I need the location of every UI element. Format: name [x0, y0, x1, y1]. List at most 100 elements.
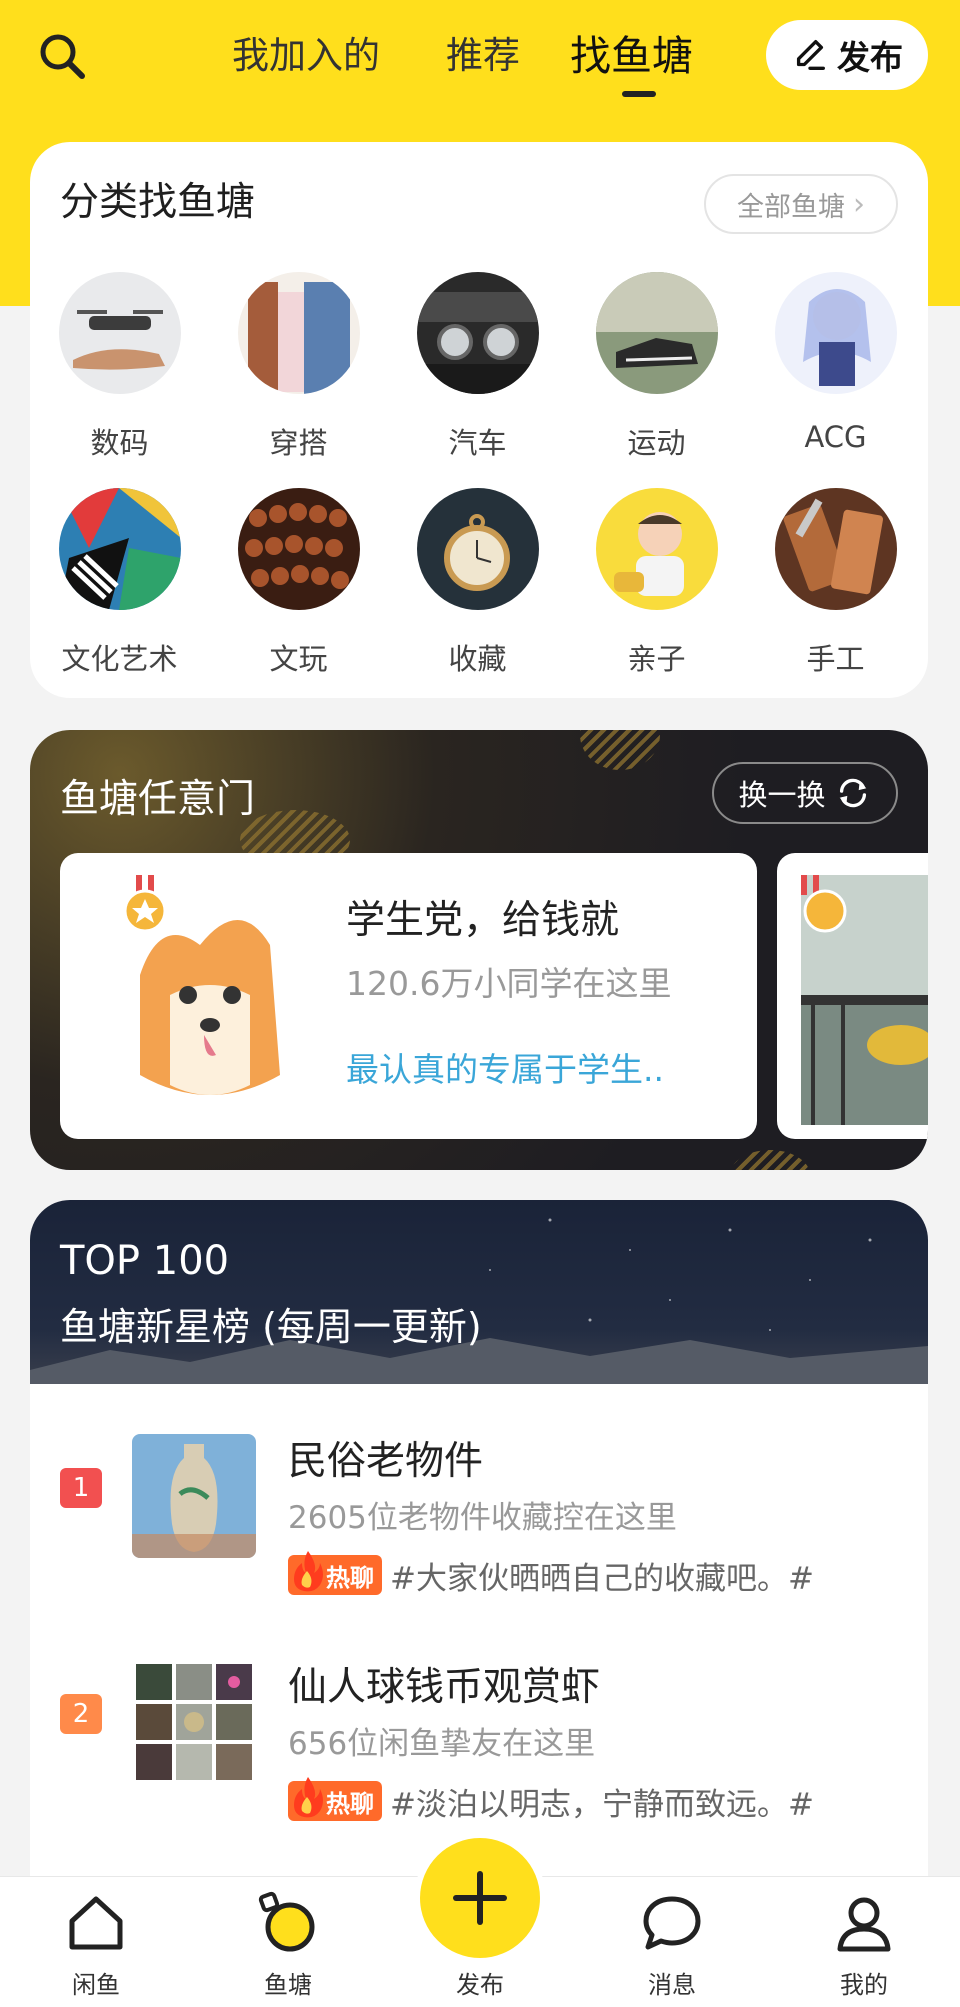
nav-home[interactable]: 闲鱼: [0, 1877, 192, 2007]
category-label: 文化艺术: [61, 642, 178, 676]
leather-craft-image: [775, 488, 897, 610]
anime-girl-image: [775, 272, 897, 394]
category-label: 收藏: [448, 642, 507, 676]
hot-tag: 热聊: [288, 1551, 382, 1595]
category-card: 分类找鱼塘 全部鱼塘 › 数码 穿搭 汽车 运动 ACG 文化艺术 文玩 收藏 …: [30, 142, 928, 698]
hot-tag: 热聊: [288, 1777, 382, 1821]
category-label: 手工: [806, 642, 865, 676]
ranking-name: 仙人球钱币观赏虾: [288, 1665, 601, 1710]
hot-topic[interactable]: 热聊 #淡泊以明志，宁静而致远。#: [288, 1777, 814, 1823]
pond-portal-card: 鱼塘任意门 换一换 学生党，给钱就 120.6万小同学在这里 最认真的专属于学生…: [30, 730, 928, 1170]
vase-image: [132, 1434, 256, 1558]
pond-description: 最认真的专属于学生..: [346, 1050, 664, 1089]
category-label: 运动: [627, 426, 686, 460]
swap-label: 换一换: [738, 778, 826, 812]
top100-subtitle: 鱼塘新星榜 (每周一更新): [60, 1305, 482, 1349]
search-button[interactable]: [36, 30, 88, 82]
shiba-dog-image: [100, 875, 310, 1125]
car-headlight-image: [417, 272, 539, 394]
category-item-handcraft[interactable]: 手工: [746, 488, 925, 688]
nav-label: 消息: [648, 1971, 696, 1999]
edit-icon: [796, 40, 825, 70]
abstract-art-image: [59, 488, 181, 610]
nav-label: 我的: [840, 1971, 888, 1999]
portal-title: 鱼塘任意门: [60, 777, 256, 822]
refresh-icon: [839, 778, 866, 808]
hot-topic-text: #淡泊以明志，宁静而致远。#: [390, 1786, 814, 1823]
tab-joined[interactable]: 我加入的: [232, 28, 380, 88]
hot-topic-text: #大家伙晒晒自己的收藏吧。#: [390, 1560, 814, 1597]
tab-recommend[interactable]: 推荐: [446, 28, 520, 88]
category-item-culture-art[interactable]: 文化艺术: [30, 488, 209, 688]
category-item-sports[interactable]: 运动: [567, 272, 746, 472]
top100-title: TOP 100: [60, 1238, 230, 1284]
category-grid: 数码 穿搭 汽车 运动 ACG 文化艺术 文玩 收藏 亲子 手工: [30, 272, 928, 676]
prayer-beads-image: [238, 488, 360, 610]
all-ponds-button[interactable]: 全部鱼塘 ›: [704, 174, 898, 234]
nav-profile[interactable]: 我的: [768, 1877, 960, 2007]
rank-badge: 2: [60, 1694, 102, 1734]
ranking-name: 民俗老物件: [288, 1439, 484, 1484]
nav-label: 发布: [456, 1971, 504, 1999]
flame-icon: [294, 1551, 323, 1592]
publish-button[interactable]: 发布: [766, 20, 928, 90]
hot-topic[interactable]: 热聊 #大家伙晒晒自己的收藏吧。#: [288, 1551, 814, 1597]
category-label: 文玩: [269, 642, 328, 676]
ranking-member-count: 656位闲鱼挚友在这里: [288, 1726, 596, 1762]
nav-pond[interactable]: 鱼塘: [192, 1877, 384, 2007]
category-label: 数码: [90, 426, 149, 460]
pond-card-next[interactable]: [777, 853, 928, 1139]
pocket-watch-image: [417, 488, 539, 610]
category-item-collectibles[interactable]: 收藏: [388, 488, 567, 688]
home-icon: [69, 1896, 123, 1950]
publish-fab-button[interactable]: [420, 1838, 540, 1958]
hot-label: 热聊: [326, 1563, 374, 1592]
starry-mountain-image: [30, 1218, 928, 1384]
nav-messages[interactable]: 消息: [576, 1877, 768, 2007]
category-label: 汽车: [448, 426, 507, 460]
category-item-acg[interactable]: ACG: [746, 272, 925, 472]
ranking-member-count: 2605位老物件收藏控在这里: [288, 1500, 677, 1536]
collage-image: [132, 1660, 256, 1784]
ranking-item[interactable]: 1 民俗老物件 2605位老物件收藏控在这里 热聊 #大家伙晒晒自己的收藏吧。#: [30, 1398, 928, 1598]
nav-label: 鱼塘: [264, 1971, 312, 1999]
plus-icon: [453, 1871, 507, 1925]
rank-badge: 1: [60, 1468, 102, 1508]
flame-icon: [294, 1777, 323, 1818]
baby-image: [596, 488, 718, 610]
top-bar: 我加入的 推荐 找鱼塘 发布: [0, 0, 960, 130]
swap-button[interactable]: 换一换: [712, 762, 898, 824]
publish-label: 发布: [837, 38, 903, 77]
ranking-item[interactable]: 2 仙人球钱币观赏虾 656位闲鱼挚友在这里 热聊 #淡泊以明志，宁静而致远。#: [30, 1624, 928, 1824]
pond-card[interactable]: 学生党，给钱就 120.6万小同学在这里 最认真的专属于学生..: [60, 853, 757, 1139]
all-ponds-label: 全部鱼塘: [737, 191, 845, 223]
pond-icon: [258, 1891, 315, 1952]
clothes-rack-image: [238, 272, 360, 394]
category-item-parenting[interactable]: 亲子: [567, 488, 746, 688]
pond-member-count: 120.6万小同学在这里: [346, 964, 672, 1003]
category-label: 亲子: [627, 642, 686, 676]
nav-label: 闲鱼: [72, 1971, 120, 1999]
pond-name: 学生党，给钱就: [346, 898, 620, 943]
decorative-stripes: [730, 1150, 810, 1170]
chevron-right-icon: ›: [853, 186, 865, 222]
decorative-stripes: [580, 730, 660, 770]
category-item-antiques[interactable]: 文玩: [209, 488, 388, 688]
profile-icon: [837, 1897, 891, 1952]
top100-card: TOP 100 鱼塘新星榜 (每周一更新) 1 民俗老物件 2605位老物件收藏…: [30, 1200, 928, 1880]
sneaker-image: [596, 272, 718, 394]
active-tab-indicator: [622, 91, 656, 97]
top100-banner: TOP 100 鱼塘新星榜 (每周一更新): [30, 1200, 928, 1384]
tab-find-pond[interactable]: 找鱼塘: [570, 28, 693, 88]
message-icon: [643, 1896, 701, 1950]
hot-label: 热聊: [326, 1789, 374, 1818]
category-item-digital[interactable]: 数码: [30, 272, 209, 472]
category-label: 穿搭: [269, 426, 328, 460]
drone-image: [59, 272, 181, 394]
balcony-image: [801, 875, 928, 1125]
category-title: 分类找鱼塘: [60, 180, 256, 225]
category-item-fashion[interactable]: 穿搭: [209, 272, 388, 472]
category-item-car[interactable]: 汽车: [388, 272, 567, 472]
search-icon: [40, 34, 85, 79]
category-label: ACG: [804, 420, 867, 454]
